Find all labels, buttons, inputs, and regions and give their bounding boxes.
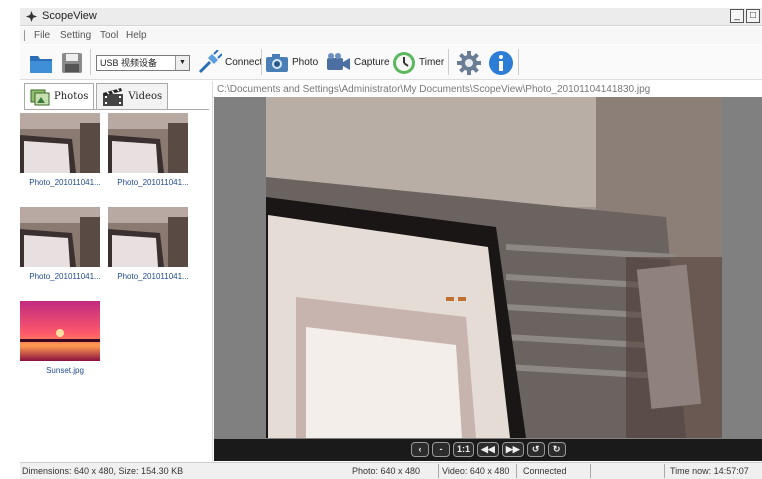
status-connection: Connected bbox=[523, 466, 567, 476]
image-viewer: ‹ - 1:1 ◀◀ ▶▶ ↺ ↻ bbox=[214, 97, 762, 461]
status-video-resolution: Video: 640 x 480 bbox=[442, 466, 510, 476]
gallery-item[interactable]: Photo_201011041... bbox=[108, 207, 198, 281]
menu-file[interactable]: File bbox=[34, 30, 50, 41]
chevron-down-icon[interactable]: ▼ bbox=[175, 56, 189, 70]
clock-icon bbox=[393, 51, 415, 74]
minimize-button[interactable]: _ bbox=[730, 9, 744, 23]
file-path: C:\Documents and Settings\Administrator\… bbox=[217, 84, 651, 95]
title-bar: ScopeView _ □ bbox=[20, 8, 762, 26]
toolbar-separator bbox=[261, 49, 262, 75]
menu-bar: File Setting Tool Help bbox=[20, 27, 762, 44]
film-icon bbox=[103, 87, 124, 106]
info-icon bbox=[489, 50, 513, 75]
info-button[interactable] bbox=[488, 48, 514, 77]
thumbnail-caption: Photo_201011041... bbox=[117, 178, 189, 187]
device-select-value: USB 视频设备 bbox=[100, 58, 158, 68]
device-select[interactable]: USB 视频设备 ▼ bbox=[96, 55, 190, 71]
tab-divider bbox=[24, 109, 209, 110]
status-divider bbox=[438, 464, 439, 478]
open-folder-button[interactable] bbox=[28, 48, 54, 77]
gallery-panel: Photos Videos Photo_201011041... Photo_2… bbox=[20, 81, 213, 461]
actual-size-button[interactable]: 1:1 bbox=[453, 442, 475, 457]
capture-button[interactable]: Capture bbox=[325, 48, 390, 77]
status-divider bbox=[516, 464, 517, 478]
toolbar-separator bbox=[90, 49, 91, 75]
rotate-left-button[interactable]: ↺ bbox=[526, 442, 545, 457]
gallery-item[interactable]: Photo_201011041... bbox=[20, 113, 110, 187]
connect-button[interactable]: Connect bbox=[196, 48, 262, 77]
status-photo-resolution: Photo: 640 x 480 bbox=[352, 466, 421, 476]
status-divider bbox=[590, 464, 591, 478]
menu-setting[interactable]: Setting bbox=[60, 30, 91, 41]
status-divider bbox=[664, 464, 665, 478]
timer-button[interactable]: Timer bbox=[392, 48, 444, 77]
connect-label: Connect bbox=[225, 57, 263, 68]
thumbnail-caption: Photo_201011041... bbox=[29, 178, 101, 187]
save-button[interactable] bbox=[60, 48, 84, 77]
tab-videos-label: Videos bbox=[128, 91, 163, 102]
photos-icon bbox=[30, 89, 50, 105]
tab-videos[interactable]: Videos bbox=[96, 83, 169, 109]
save-icon bbox=[62, 52, 82, 73]
rotate-right-button[interactable]: ↻ bbox=[547, 442, 566, 457]
toolbar-separator bbox=[518, 49, 519, 75]
photo-button[interactable]: Photo bbox=[265, 48, 318, 77]
forward-button[interactable]: ▶▶ bbox=[501, 442, 524, 457]
gallery-tabs: Photos Videos bbox=[24, 83, 169, 109]
thumbnail-caption: Photo_201011041... bbox=[117, 272, 189, 281]
gallery-item[interactable]: Sunset.jpg bbox=[20, 301, 110, 375]
status-dimensions: Dimensions: 640 x 480, Size: 154.30 KB bbox=[22, 466, 184, 476]
previous-button[interactable]: ‹ bbox=[411, 442, 429, 457]
thumbnail-image bbox=[108, 113, 188, 173]
preview-image[interactable] bbox=[266, 97, 722, 438]
gallery-item[interactable]: Photo_201011041... bbox=[20, 207, 110, 281]
folder-icon bbox=[30, 55, 52, 73]
thumbnail-caption: Sunset.jpg bbox=[46, 366, 84, 375]
window-title: ScopeView bbox=[42, 10, 97, 22]
capture-label: Capture bbox=[354, 57, 390, 68]
menu-help[interactable]: Help bbox=[126, 30, 147, 41]
video-camera-icon bbox=[327, 52, 350, 70]
tab-photos-label: Photos bbox=[54, 91, 89, 102]
thumbnail-image bbox=[20, 207, 100, 267]
status-bar: Dimensions: 640 x 480, Size: 154.30 KB P… bbox=[20, 462, 762, 479]
app-icon bbox=[26, 11, 37, 22]
thumbnail-image bbox=[108, 207, 188, 267]
rewind-button[interactable]: ◀◀ bbox=[477, 442, 499, 457]
maximize-button[interactable]: □ bbox=[746, 9, 760, 23]
viewer-controls: ‹ - 1:1 ◀◀ ▶▶ ↺ ↻ bbox=[214, 439, 762, 461]
photo-label: Photo bbox=[292, 57, 319, 68]
timer-label: Timer bbox=[419, 57, 445, 68]
settings-button[interactable] bbox=[456, 48, 482, 77]
toolbar-separator bbox=[448, 49, 449, 75]
zoom-out-button[interactable]: - bbox=[432, 442, 450, 457]
gear-icon bbox=[457, 50, 481, 75]
thumbnail-caption: Photo_201011041... bbox=[29, 272, 101, 281]
thumbnail-image bbox=[20, 113, 100, 173]
plug-icon bbox=[198, 49, 222, 73]
gallery-item[interactable]: Photo_201011041... bbox=[108, 113, 198, 187]
menu-tool[interactable]: Tool bbox=[100, 30, 118, 41]
status-time: Time now: 14:57:07 bbox=[670, 466, 749, 476]
menu-grip bbox=[24, 30, 25, 41]
toolbar: USB 视频设备 ▼ Connect Photo Capture Timer bbox=[20, 45, 762, 80]
thumbnail-image bbox=[20, 301, 100, 361]
camera-icon bbox=[266, 53, 288, 72]
tab-photos[interactable]: Photos bbox=[24, 83, 95, 109]
